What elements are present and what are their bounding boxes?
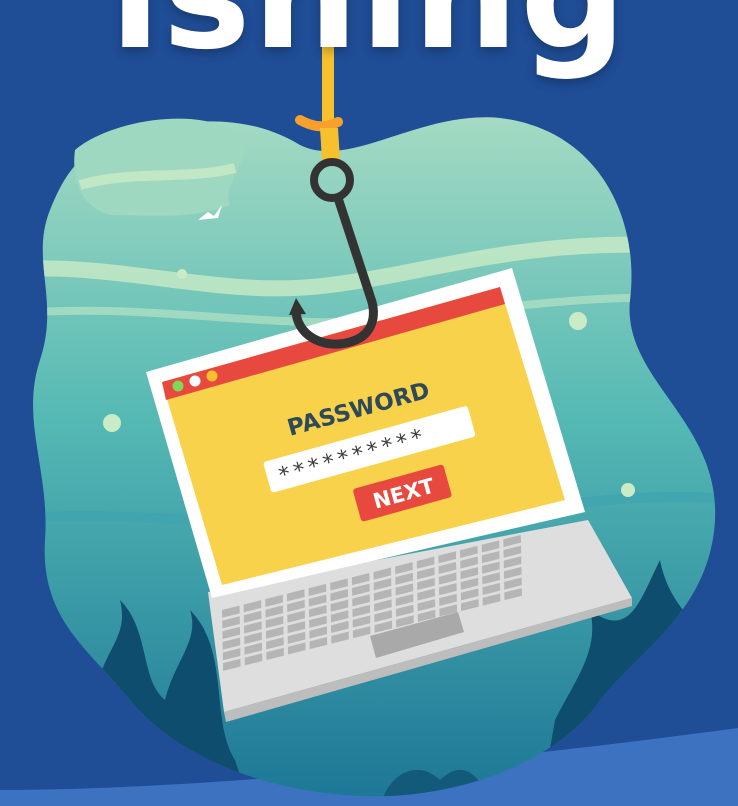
bubble (569, 312, 587, 330)
phishing-illustration: PASSWORD ********** NEXT (0, 0, 738, 806)
bubble (103, 414, 121, 432)
headline-text: ishing (0, 0, 738, 70)
bubble (177, 269, 187, 279)
bubble (621, 483, 635, 497)
